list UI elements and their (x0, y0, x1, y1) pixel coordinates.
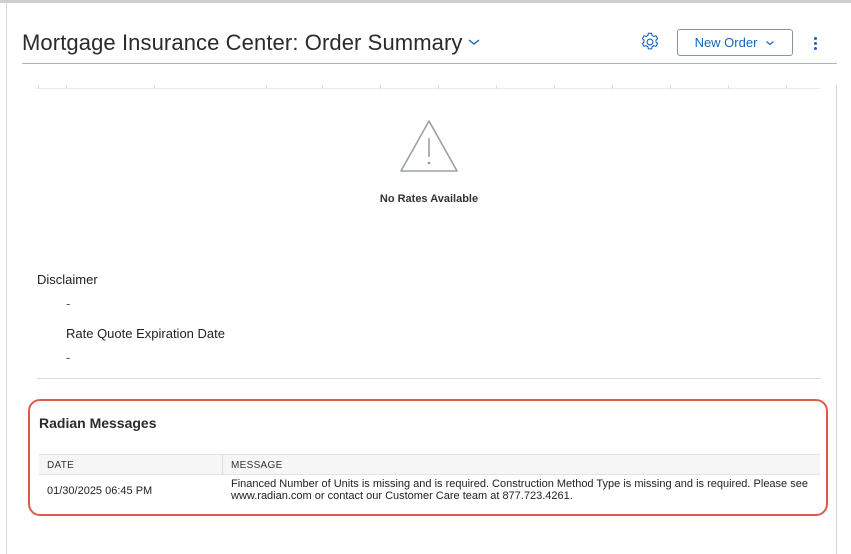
rates-column-tick (66, 85, 67, 89)
no-rates-message: No Rates Available (379, 193, 479, 205)
table-row: 01/30/2025 06:45 PM Financed Number of U… (39, 475, 820, 509)
chevron-down-icon (766, 40, 775, 45)
column-divider (222, 455, 223, 475)
rate-quote-expiration-label: Rate Quote Expiration Date (66, 326, 225, 341)
rates-column-tick (554, 85, 555, 89)
messages-table: DATE MESSAGE 01/30/2025 06:45 PM Finance… (39, 454, 820, 509)
rates-column-tick (380, 85, 381, 89)
messages-table-header: DATE MESSAGE (39, 454, 820, 475)
rates-column-tick (728, 85, 729, 89)
panel-right-border (836, 85, 837, 554)
message-date: 01/30/2025 06:45 PM (47, 485, 153, 497)
rates-column-tick (612, 85, 613, 89)
radian-messages-title: Radian Messages (39, 415, 157, 431)
rates-column-tick (670, 85, 671, 89)
rates-column-tick (786, 85, 787, 89)
page-title: Mortgage Insurance Center: Order Summary (22, 30, 463, 55)
message-text: Financed Number of Units is missing and … (231, 478, 808, 502)
disclaimer-label: Disclaimer (37, 272, 98, 287)
page-header: Mortgage Insurance Center: Order Summary… (22, 22, 837, 64)
rates-column-tick (154, 85, 155, 89)
warning-triangle-icon (400, 120, 458, 172)
column-header-date: DATE (47, 460, 75, 471)
rates-column-tick (496, 85, 497, 89)
disclaimer-value: - (66, 296, 71, 311)
rates-column-tick (438, 85, 439, 89)
chevron-down-icon[interactable] (466, 34, 482, 50)
new-order-button[interactable]: New Order (677, 29, 793, 56)
rates-column-tick (266, 85, 267, 89)
rates-column-tick (38, 85, 39, 89)
new-order-label: New Order (694, 35, 758, 50)
panel-left-border (6, 3, 7, 554)
rate-quote-expiration-value: - (66, 350, 71, 365)
column-header-message: MESSAGE (231, 460, 283, 471)
rates-column-tick (322, 85, 323, 89)
radian-messages-panel: Radian Messages DATE MESSAGE 01/30/2025 … (28, 399, 828, 516)
section-divider (37, 378, 821, 379)
window-top-border (0, 0, 851, 3)
more-options-icon[interactable] (810, 34, 820, 52)
gear-icon[interactable] (639, 31, 661, 53)
